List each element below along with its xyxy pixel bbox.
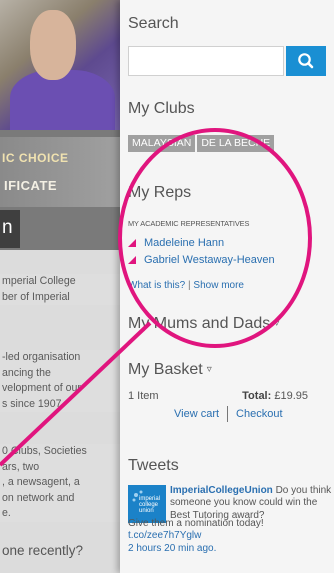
search-title: Search xyxy=(128,15,179,32)
tweet-content-2: Give them a nomination today! xyxy=(128,518,264,529)
tweet-time-link[interactable]: 2 hours 20 min ago. xyxy=(128,543,334,555)
tweet-text: ImperialCollegeUnion Do you think someon… xyxy=(170,485,334,522)
chevron-down-icon: ▿ xyxy=(206,364,212,376)
tweet-extra: Give them a nomination today! t.co/zee7h… xyxy=(128,518,334,555)
intro-text: mperial College ber of Imperial xyxy=(0,274,120,305)
basket-title[interactable]: My Basket ▿ xyxy=(128,361,212,379)
chevron-down-icon: ▿ xyxy=(274,318,280,330)
search-bar xyxy=(128,46,326,76)
sidebar-panel: Search My Clubs MALAYSIAN DE LA BECHE My … xyxy=(120,0,334,573)
section-heading: one recently? xyxy=(2,543,84,558)
reps-subtitle: MY ACADEMIC REPRESENTATIVES xyxy=(128,219,250,228)
club-tags: MALAYSIAN DE LA BECHE xyxy=(128,133,276,152)
mums-dads-title[interactable]: My Mums and Dads ▿ xyxy=(128,315,279,333)
club-tag-malaysian[interactable]: MALAYSIAN xyxy=(128,135,196,152)
checkout-link[interactable]: Checkout xyxy=(236,408,282,420)
triangle-bullet-icon xyxy=(128,256,136,265)
hero-photo xyxy=(0,0,120,140)
club-tag-de-la-beche[interactable]: DE LA BECHE xyxy=(197,135,275,152)
show-more-link[interactable]: Show more xyxy=(193,280,244,291)
search-icon xyxy=(298,53,314,69)
rep-link[interactable]: Gabriel Westaway-Heaven xyxy=(144,254,275,266)
link-separator: | xyxy=(188,280,191,291)
rep-item[interactable]: Gabriel Westaway-Heaven xyxy=(128,254,275,266)
search-button[interactable] xyxy=(286,46,326,76)
triangle-bullet-icon xyxy=(128,239,136,248)
search-input[interactable] xyxy=(128,46,284,76)
svg-text:union: union xyxy=(139,508,154,514)
what-is-this-link[interactable]: What is this? xyxy=(128,280,185,291)
rep-link[interactable]: Madeleine Hann xyxy=(144,237,224,249)
tweet-author-link[interactable]: ImperialCollegeUnion xyxy=(170,485,273,496)
banner-line-2: IFICATE xyxy=(4,178,58,193)
about-text: -led organisation ancing the velopment o… xyxy=(0,350,120,412)
view-cart-link[interactable]: View cart xyxy=(174,408,219,420)
clubs-title: My Clubs xyxy=(128,100,195,117)
basket-summary: 1 Item Total: £19.95 xyxy=(128,390,324,402)
basket-item-count: 1 Item xyxy=(128,390,159,402)
reps-links: What is this? | Show more xyxy=(128,280,244,291)
clubs-text: 0 Clubs, Societies ars, two , a newsagen… xyxy=(0,444,120,522)
banner-line-1: IC CHOICE xyxy=(2,151,69,165)
divider xyxy=(227,406,229,422)
tweets-title: Tweets xyxy=(128,457,179,474)
basket-actions: View cart Checkout xyxy=(174,406,283,422)
basket-total: Total: £19.95 xyxy=(242,390,308,402)
rep-item[interactable]: Madeleine Hann xyxy=(128,237,224,249)
banner-dark-label: n xyxy=(0,210,20,248)
background-page: IC CHOICE IFICATE n mperial College ber … xyxy=(0,0,120,573)
tweet-link[interactable]: t.co/zee7h7Yglw xyxy=(128,530,334,542)
reps-title: My Reps xyxy=(128,184,192,201)
